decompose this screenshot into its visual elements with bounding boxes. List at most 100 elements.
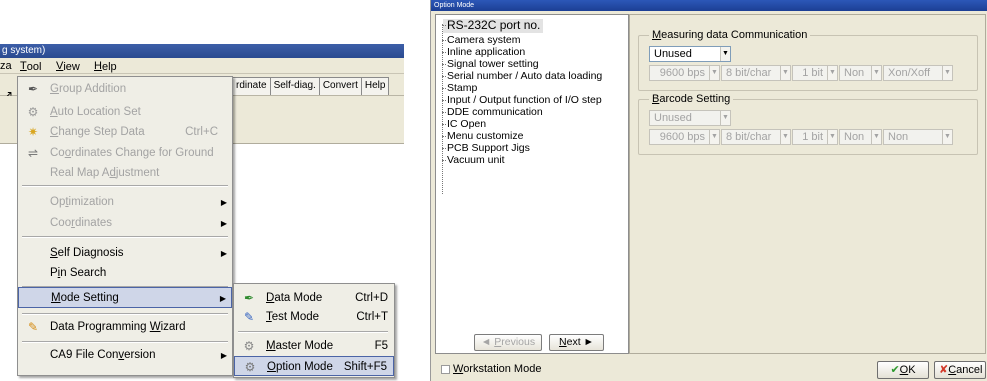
tree-item-serial-number[interactable]: Serial number / Auto data loading <box>441 70 602 82</box>
tree-item-camera-system[interactable]: Camera system <box>442 34 521 46</box>
wizard-icon: ✎ <box>27 320 39 334</box>
chevron-down-icon: ▼ <box>720 111 730 125</box>
tool-menu-screenshot: g system) za Tool View Help ↗ ode rdinat… <box>0 0 410 381</box>
submenu-arrow-icon: ▶ <box>220 351 227 360</box>
menu-help[interactable]: Help <box>94 59 117 73</box>
barcode-parity-select[interactable]: Non ▼ <box>839 129 882 145</box>
option-tree: RS-232C port no. Camera system Inline ap… <box>435 14 629 354</box>
chevron-down-icon: ▼ <box>827 66 837 80</box>
tree-item-inline-application[interactable]: Inline application <box>441 46 525 58</box>
measuring-data-group: Measuring data Communication Unused ▼ 960… <box>638 28 978 91</box>
menu-separator <box>22 236 228 238</box>
data-mode-icon: ✒ <box>243 291 255 305</box>
tool-dropdown-menu: ✒ Group Addition ⚙ Auto Location Set ✷ C… <box>17 76 233 376</box>
menu-item-mode-setting[interactable]: Mode Setting ▶ <box>18 287 232 308</box>
chevron-down-icon: ▼ <box>871 66 881 80</box>
menu-item-self-diagnosis[interactable]: Self Diagnosis ▶ <box>18 243 232 264</box>
cancel-button[interactable]: ✘Cancel <box>934 361 986 379</box>
menu-item-auto-location-set[interactable]: ⚙ Auto Location Set <box>18 102 232 123</box>
option-mode-icon: ⚙ <box>244 360 256 374</box>
barcode-setting-group: Barcode Setting Unused ▼ 9600 bps ▼ 8 bit/… <box>638 92 978 155</box>
menu-item-pin-search[interactable]: Pin Search <box>18 263 232 284</box>
chevron-down-icon: ▼ <box>720 47 730 61</box>
chevron-down-icon: ▼ <box>780 66 790 80</box>
menu-item-optimization[interactable]: Optimization ▶ <box>18 192 232 213</box>
menu-item-option-mode[interactable]: ⚙ Option Mode Shift+F5 <box>234 356 394 376</box>
barcode-stop-select[interactable]: 1 bit ▼ <box>792 129 838 145</box>
group-addition-icon: ✒ <box>27 82 39 96</box>
menu-item-ca9-file-conversion[interactable]: CA9 File Conversion ▶ <box>18 345 232 366</box>
menubar-fragment: za <box>0 60 12 72</box>
auto-location-icon: ⚙ <box>27 105 39 119</box>
tab-convert[interactable]: Convert <box>318 77 362 95</box>
ok-button[interactable]: ✔OK <box>877 361 929 379</box>
measuring-stop-select[interactable]: 1 bit ▼ <box>792 65 838 81</box>
measuring-data-title: Measuring data Communication <box>649 28 811 42</box>
barcode-setting-title: Barcode Setting <box>649 92 734 106</box>
test-mode-icon: ✎ <box>243 310 255 324</box>
tree-item-menu-customize[interactable]: Menu customize <box>441 130 523 142</box>
close-icon: ✘ <box>939 364 949 376</box>
chevron-down-icon: ▼ <box>827 130 837 144</box>
tree-item-pcb-support-jigs[interactable]: PCB Support Jigs <box>442 142 530 154</box>
menu-item-coordinates[interactable]: Coordinates ▶ <box>18 213 232 234</box>
menu-separator <box>22 341 228 343</box>
barcode-bits-select[interactable]: 8 bit/char ▼ <box>721 129 791 145</box>
menu-item-change-step-data[interactable]: ✷ Change Step Data Ctrl+C <box>18 122 232 143</box>
dialog-title-bar: Option Mode <box>431 0 987 11</box>
mode-setting-submenu: ✒ Data Mode Ctrl+D ✎ Test Mode Ctrl+T ⚙ … <box>233 283 395 378</box>
checkmark-icon: ✔ <box>890 364 900 376</box>
next-button[interactable]: Next ► <box>549 334 604 351</box>
menu-view[interactable]: View <box>56 59 80 73</box>
workstation-mode-checkbox[interactable] <box>441 365 450 374</box>
change-step-icon: ✷ <box>27 125 39 139</box>
menu-separator <box>22 313 228 315</box>
menu-item-coordinates-change-for-ground[interactable]: ⇌ Coordinates Change for Ground <box>18 143 232 164</box>
app-title-bar: g system) <box>0 44 404 58</box>
submenu-arrow-icon: ▶ <box>219 294 226 303</box>
chevron-down-icon: ▼ <box>942 66 952 80</box>
menu-separator <box>238 331 388 333</box>
chevron-down-icon: ▼ <box>871 130 881 144</box>
tree-item-stamp[interactable]: Stamp <box>441 82 477 94</box>
menu-tool[interactable]: Tool <box>20 59 41 73</box>
tree-item-io-function[interactable]: Input / Output function of I/O step <box>442 94 602 106</box>
tab-self-diag[interactable]: Self-diag. <box>269 77 320 95</box>
menu-item-data-mode[interactable]: ✒ Data Mode Ctrl+D <box>234 288 394 308</box>
tree-item-signal-tower-setting[interactable]: Signal tower setting <box>442 58 539 70</box>
tree-item-dde-communication[interactable]: DDE communication <box>442 106 543 118</box>
measuring-parity-select[interactable]: Non ▼ <box>839 65 882 81</box>
chevron-down-icon: ▼ <box>942 130 952 144</box>
barcode-port-select[interactable]: Unused ▼ <box>649 110 731 126</box>
barcode-baud-select[interactable]: 9600 bps ▼ <box>649 129 720 145</box>
menu-item-real-map-adjustment[interactable]: Real Map Adjustment <box>18 163 232 184</box>
measuring-baud-select[interactable]: 9600 bps ▼ <box>649 65 720 81</box>
menu-separator <box>22 185 228 187</box>
option-mode-dialog: Option Mode RS-232C port no. Camera syst… <box>430 0 987 381</box>
previous-button[interactable]: ◄ Previous <box>474 334 542 351</box>
barcode-flow-select[interactable]: Non ▼ <box>883 129 953 145</box>
menu-item-group-addition[interactable]: ✒ Group Addition <box>18 79 232 100</box>
tree-item-rs232c-port[interactable]: RS-232C port no. <box>441 19 544 33</box>
measuring-bits-select[interactable]: 8 bit/char ▼ <box>721 65 791 81</box>
measuring-port-select[interactable]: Unused ▼ <box>649 46 731 62</box>
menu-item-test-mode[interactable]: ✎ Test Mode Ctrl+T <box>234 307 394 327</box>
measuring-flow-select[interactable]: Xon/Xoff ▼ <box>883 65 953 81</box>
tree-item-ic-open[interactable]: IC Open <box>441 118 486 130</box>
menu-item-data-programming-wizard[interactable]: ✎ Data Programming Wizard <box>18 317 232 338</box>
chevron-down-icon: ▼ <box>709 66 719 80</box>
tab-help[interactable]: Help <box>360 77 390 95</box>
menu-bar: za Tool View Help <box>0 58 404 74</box>
master-mode-icon: ⚙ <box>243 339 255 353</box>
submenu-arrow-icon: ▶ <box>220 219 227 228</box>
menu-item-master-mode[interactable]: ⚙ Master Mode F5 <box>234 336 394 356</box>
tree-item-vacuum-unit[interactable]: Vacuum unit <box>442 154 505 166</box>
submenu-arrow-icon: ▶ <box>220 198 227 207</box>
tab-strip: rdinate Self-diag. Convert Help <box>232 77 390 95</box>
chevron-down-icon: ▼ <box>709 130 719 144</box>
chevron-down-icon: ▼ <box>780 130 790 144</box>
tab-coordinate[interactable]: rdinate <box>232 77 271 95</box>
option-detail-pane: Measuring data Communication Unused ▼ 960… <box>629 14 986 354</box>
submenu-arrow-icon: ▶ <box>220 249 227 258</box>
workstation-mode-label: Workstation Mode <box>453 363 542 375</box>
